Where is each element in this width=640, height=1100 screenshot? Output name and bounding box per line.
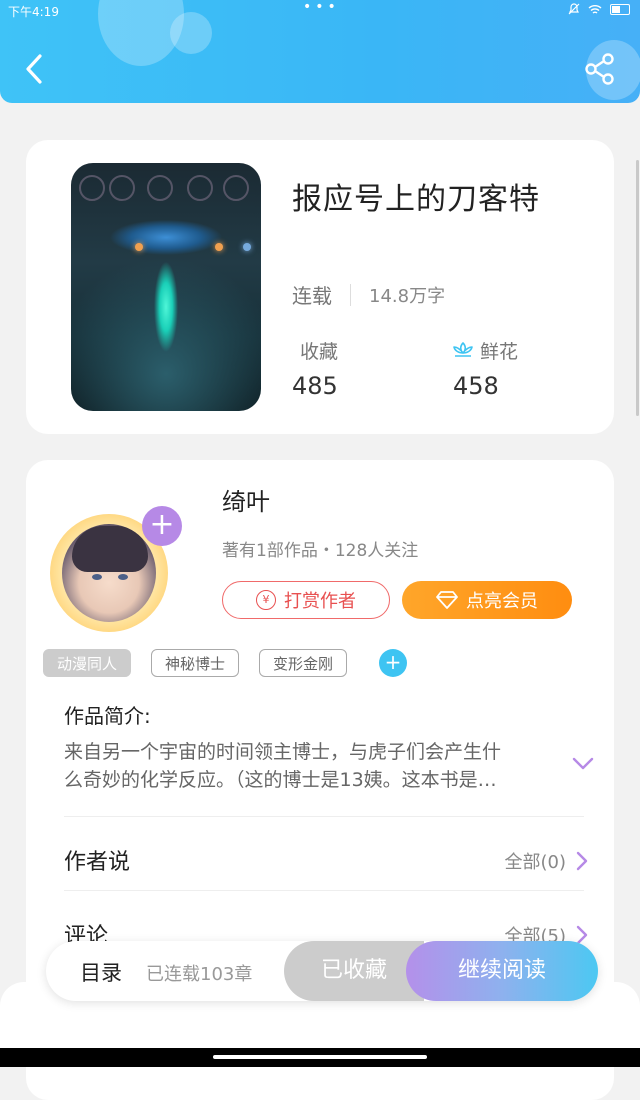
serial-status: 连载: [292, 284, 332, 308]
flowers-count: 458: [453, 372, 499, 400]
cover-decor: [223, 175, 249, 201]
header: 下午4:19 •••: [0, 0, 640, 103]
favorites-label-text: 收藏: [300, 341, 339, 363]
divider: [350, 283, 351, 306]
cover-decor: [243, 243, 251, 251]
flower-icon: [453, 341, 473, 357]
favorites-label: 收藏: [300, 337, 338, 364]
author-says-count: 全部(0): [504, 852, 567, 873]
book-info-card: 报应号上的刀客特 连载 14.8万字 收藏 485 鲜花 458: [26, 140, 614, 434]
book-status-line: 连载 14.8万字: [292, 280, 445, 309]
share-button[interactable]: [584, 52, 618, 86]
tag-item[interactable]: 变形金刚: [259, 649, 348, 677]
book-cover[interactable]: [71, 163, 261, 411]
cover-decor: [215, 243, 223, 251]
back-arrow-icon: [26, 54, 42, 84]
cover-decor: [187, 175, 213, 201]
author-says-link[interactable]: 全部(0): [505, 848, 589, 874]
vip-button[interactable]: 点亮会员: [402, 581, 572, 619]
avatar-decor: [72, 526, 148, 572]
diamond-icon: [436, 591, 458, 609]
author-meta: 著有1部作品・128人关注: [222, 541, 419, 561]
chevron-right-icon: [576, 851, 588, 871]
tip-author-button[interactable]: ¥ 打赏作者: [222, 581, 390, 619]
bottom-action-bar: 目录 已连载103章 已收藏 继续阅读: [46, 941, 598, 1001]
scrollbar[interactable]: [636, 160, 639, 416]
status-time: 下午4:19: [8, 5, 59, 19]
tag-item[interactable]: 神秘博士: [151, 649, 240, 677]
flowers-label: 鲜花: [452, 337, 518, 364]
vip-label: 点亮会员: [466, 591, 538, 612]
tip-author-label: 打赏作者: [284, 591, 356, 612]
status-bar: 下午4:19 •••: [0, 0, 640, 22]
tag-list: 动漫同人 神秘博士 变形金刚 +: [43, 649, 408, 677]
follow-plus-button[interactable]: +: [142, 506, 182, 546]
avatar-decor: [118, 574, 128, 580]
share-icon: [585, 53, 614, 85]
status-dots: •••: [303, 0, 340, 15]
avatar-image: [62, 524, 156, 622]
status-icons: [568, 3, 630, 15]
intro-title: 作品简介:: [64, 704, 151, 728]
wifi-icon: [588, 4, 602, 14]
cover-decor: [135, 243, 143, 251]
intro-text[interactable]: 来自另一个宇宙的时间领主博士，与虎子们会产生什么奇妙的化学反应。（这的博士是13…: [64, 738, 514, 794]
dnd-icon: [568, 3, 580, 15]
chevron-down-icon: [572, 757, 594, 770]
battery-icon: [610, 3, 630, 15]
collected-button[interactable]: 已收藏: [284, 941, 424, 1001]
cover-decor: [79, 175, 105, 201]
home-indicator[interactable]: [213, 1055, 427, 1059]
divider: [64, 816, 584, 817]
cover-decor: [109, 175, 135, 201]
cover-decor: [147, 175, 173, 201]
continue-reading-button[interactable]: 继续阅读: [406, 941, 598, 1001]
expand-intro-button[interactable]: [572, 756, 594, 775]
add-tag-button[interactable]: +: [379, 649, 408, 677]
author-name[interactable]: 绮叶: [222, 482, 270, 517]
book-title: 报应号上的刀客特: [292, 182, 540, 217]
yen-icon: ¥: [256, 590, 276, 610]
author-says-label[interactable]: 作者说: [64, 844, 130, 876]
word-count: 14.8万字: [369, 285, 446, 307]
favorites-count: 485: [292, 372, 338, 400]
back-button[interactable]: [22, 52, 50, 86]
tag-item[interactable]: 动漫同人: [43, 649, 132, 677]
toc-button[interactable]: 目录: [80, 957, 122, 987]
divider: [64, 890, 584, 891]
chapter-count: 已连载103章: [146, 964, 253, 985]
author-avatar[interactable]: +: [46, 506, 182, 640]
avatar-decor: [92, 574, 102, 580]
flowers-label-text: 鲜花: [480, 341, 519, 363]
